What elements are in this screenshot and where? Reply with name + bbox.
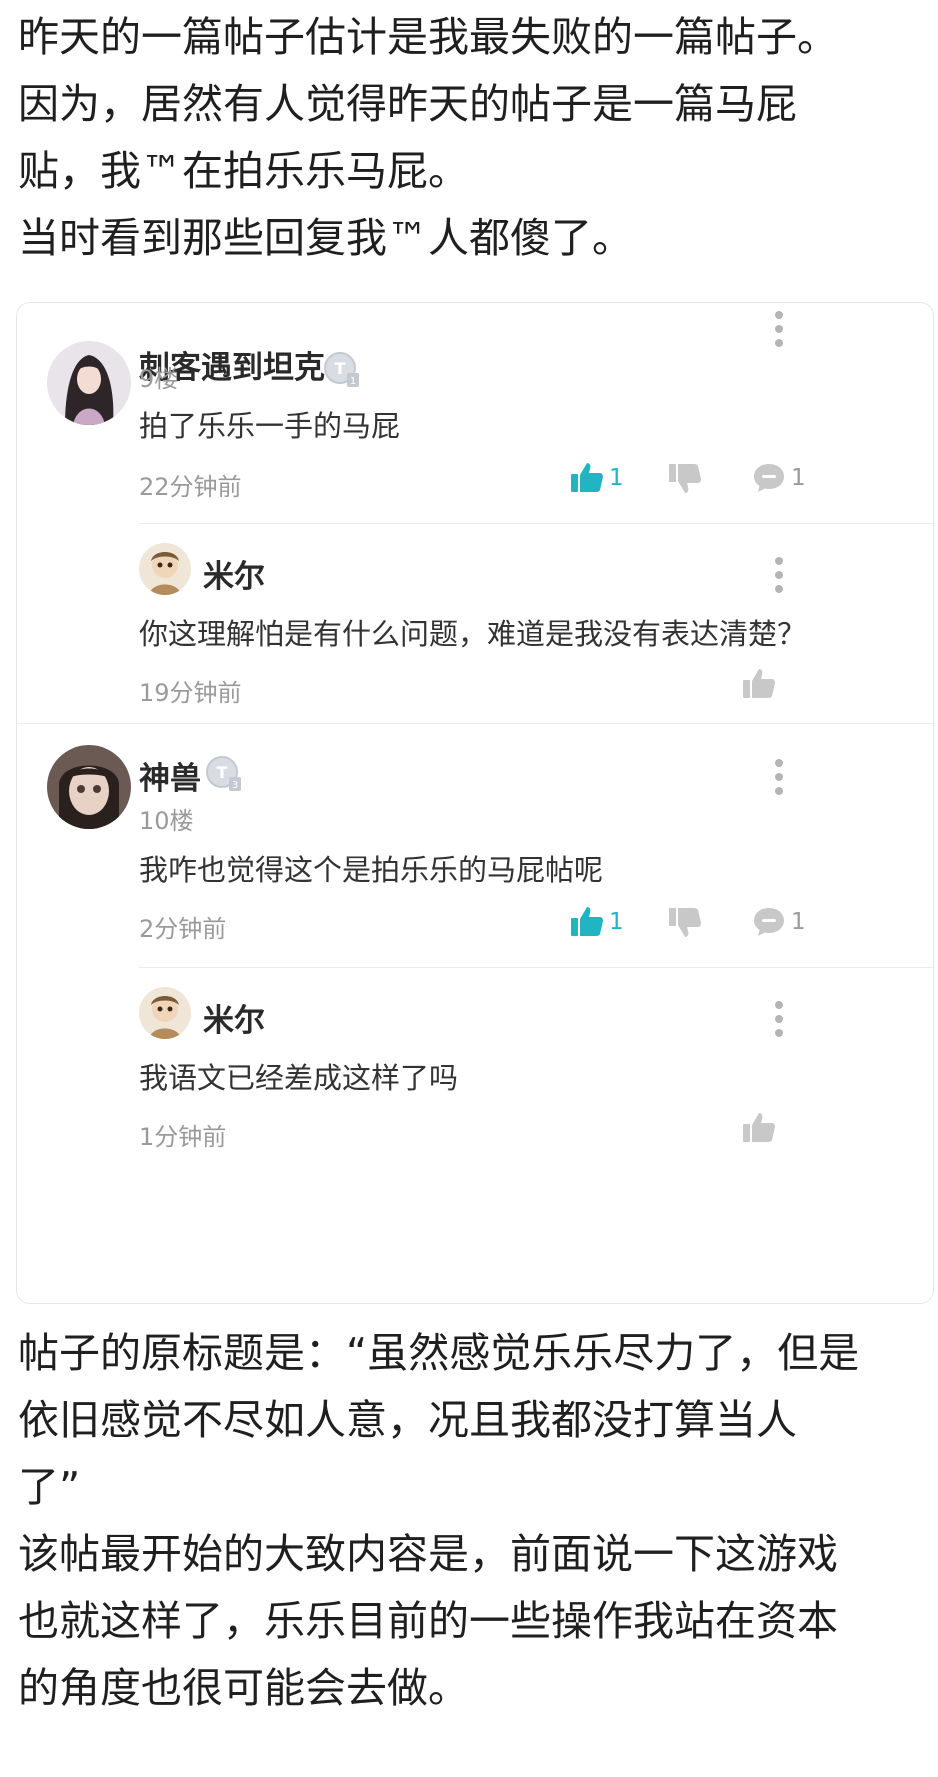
level-number: 3 [232,780,238,791]
reply-text: 我语文已经差成这样了吗 [139,1061,459,1095]
level-badge-icon: T 1 [323,351,361,389]
more-options-button[interactable] [767,553,791,597]
body-line: 的角度也很可能会去做。 [18,1664,469,1712]
thumbs-up-icon [743,669,775,698]
like-count: 1 [609,909,624,935]
body-line: 依旧感觉不尽如人意，况且我都没打算当人 [18,1396,797,1444]
reply-count: 1 [791,465,806,491]
like-button[interactable]: 1 [569,457,624,499]
comment-username[interactable]: 神兽 [139,753,201,798]
svg-text:T: T [335,359,346,378]
floor-number: 9楼 [139,365,179,393]
comment-time: 22分钟前 [139,473,242,501]
avatar-image [139,543,191,595]
level-number: 1 [350,376,356,387]
level-badge-icon: T 3 [205,755,243,793]
thumbs-down-icon [669,908,701,937]
comment-divider [17,723,935,724]
reply-button[interactable]: 1 [751,457,806,499]
body-line: 也就这样了，乐乐目前的一些操作我站在资本 [18,1597,838,1645]
reply-divider [139,967,935,968]
user-avatar[interactable] [47,341,131,425]
like-button[interactable] [741,663,777,705]
more-vertical-icon [775,311,783,319]
user-avatar[interactable] [139,543,191,595]
body-line: 了” [18,1463,81,1511]
intro-line: 当时看到那些回复我™人都傻了。 [18,214,633,262]
reply-button[interactable]: 1 [751,901,806,943]
thumbs-down-icon [669,464,701,493]
dislike-button[interactable] [667,901,703,943]
thumbs-up-icon [743,1113,775,1142]
more-vertical-icon [775,1001,783,1009]
more-options-button[interactable] [767,307,791,351]
comment-bubble-icon [754,908,784,936]
more-options-button[interactable] [767,755,791,799]
like-button[interactable] [741,1107,777,1149]
comments-card: 刺客遇到坦克 T 1 9楼 拍了乐乐一手的马屁 22分钟前 1 1 米尔 你这理… [16,302,935,1304]
intro-line: 因为，居然有人觉得昨天的帖子是一篇马屁 [18,80,797,128]
more-vertical-icon [775,557,783,565]
avatar-image [139,987,191,1039]
reply-count: 1 [791,909,806,935]
reply-username[interactable]: 米尔 [203,995,265,1040]
intro-line: 昨天的一篇帖子估计是我最失败的一篇帖子。 [18,13,838,61]
reply-time: 1分钟前 [139,1123,227,1151]
like-button[interactable]: 1 [569,901,624,943]
intro-line: 贴，我™在拍乐乐马屁。 [18,147,469,195]
comment-text: 我咋也觉得这个是拍乐乐的马屁帖呢 [139,853,604,887]
post-intro: 昨天的一篇帖子估计是我最失败的一篇帖子。 因为，居然有人觉得昨天的帖子是一篇马屁… [18,4,928,272]
svg-text:T: T [217,763,228,782]
body-line: 帖子的原标题是：“虽然感觉乐乐尽力了，但是 [18,1329,860,1377]
reply-time: 19分钟前 [139,679,242,707]
floor-number: 10楼 [139,807,194,835]
more-vertical-icon [775,759,783,767]
thumbs-up-icon [571,463,603,492]
user-avatar[interactable] [47,745,131,829]
like-count: 1 [609,465,624,491]
comment-text: 拍了乐乐一手的马屁 [139,409,401,443]
avatar-image [47,745,131,829]
avatar-image [47,341,131,425]
user-avatar[interactable] [139,987,191,1039]
reply-text: 你这理解怕是有什么问题，难道是我没有表达清楚？ [139,617,807,651]
comment-bubble-icon [754,464,784,492]
reply-divider [139,523,935,524]
more-options-button[interactable] [767,997,791,1041]
reply-username[interactable]: 米尔 [203,551,265,596]
body-line: 该帖最开始的大致内容是，前面说一下这游戏 [18,1530,838,1578]
dislike-button[interactable] [667,457,703,499]
thumbs-up-icon [571,907,603,936]
post-body: 帖子的原标题是：“虽然感觉乐乐尽力了，但是 依旧感觉不尽如人意，况且我都没打算当… [18,1320,928,1722]
comment-time: 2分钟前 [139,915,227,943]
